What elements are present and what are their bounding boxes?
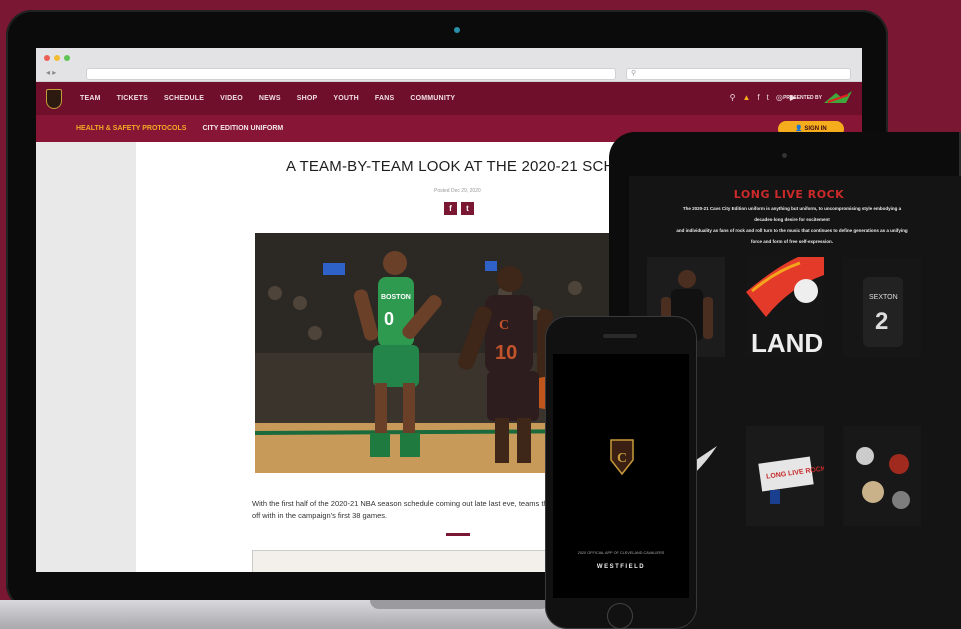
westfield-sponsor-logo: WESTFIELD [596,564,646,570]
cavaliers-shield-icon: C [610,439,634,476]
nav-item-video[interactable]: VIDEO [220,95,243,102]
tablet-intro: The 2020-21 Cavs City Edition uniform is… [647,203,937,247]
site-header-nav: TEAM TICKETS SCHEDULE VIDEO NEWS SHOP YO… [36,82,862,115]
laptop-notch [370,600,550,609]
facebook-share-button[interactable]: f [444,202,457,215]
instagram-icon[interactable]: ◎ [776,93,783,102]
tablet-intro-line: force and form of free self-expression. [750,239,834,244]
uniform-tile-neck-tag[interactable]: LONG LIVE ROCK [746,426,824,526]
nav-item-community[interactable]: COMMUNITY [410,95,455,102]
posted-date: Posted Dec 29, 2020 [434,188,481,194]
tablet-intro-line: and individuality as fans of rock and ro… [676,228,908,233]
phone-frame: C 2020 OFFICIAL APP OF CLEVELAND CAVALIE… [545,316,697,629]
back-forward-buttons[interactable]: ◂ ▸ [46,68,56,77]
mountain-dew-logo-icon[interactable] [822,89,854,107]
svg-text:SEXTON: SEXTON [869,294,898,301]
alert-icon[interactable]: ▲ [742,93,750,102]
tablet-headline: LONG LIVE ROCK [733,188,845,201]
home-button[interactable] [607,603,633,629]
close-window-icon[interactable] [44,55,50,61]
browser-search-input[interactable]: ⚲ [626,68,851,80]
left-player-team: BOSTON [381,294,411,301]
browser-chrome: ◂ ▸ ⚲ [36,48,862,82]
nav-item-shop[interactable]: SHOP [297,95,318,102]
subnav-health-safety[interactable]: HEALTH & SAFETY PROTOCOLS [76,125,186,132]
twitter-icon[interactable]: t [767,93,769,102]
right-player-number: 10 [495,342,517,364]
left-player-number: 0 [384,309,394,329]
tablet-camera [782,153,787,158]
section-divider [446,533,470,536]
article-title: A TEAM-BY-TEAM LOOK AT THE 2020-21 SCHED… [286,158,647,175]
phone-screen: C 2020 OFFICIAL APP OF CLEVELAND CAVALIE… [553,354,689,598]
search-icon[interactable]: ⚲ [730,93,736,102]
twitter-share-button[interactable]: t [461,202,474,215]
svg-text:2: 2 [875,308,888,335]
uniform-tile-patches[interactable] [843,426,921,526]
laptop-camera [454,27,460,33]
svg-text:LAND: LAND [751,328,823,357]
facebook-icon[interactable]: f [757,93,759,102]
nav-item-team[interactable]: TEAM [80,95,101,102]
subnav-city-edition[interactable]: CITY EDITION UNIFORM [202,125,283,132]
uniform-tile-back[interactable]: SEXTON 2 [843,257,921,357]
presented-by-label: PRESENTED BY [783,95,822,101]
nav-item-fans[interactable]: FANS [375,95,394,102]
cavs-logo-icon[interactable] [46,88,62,109]
tablet-intro-line: The 2020-21 Cavs City Edition uniform is… [682,206,902,211]
phone-speaker [603,334,637,338]
tablet-intro-line: decades-long desire for excitement [754,217,830,222]
nav-item-youth[interactable]: YOUTH [333,95,359,102]
nav-item-news[interactable]: NEWS [259,95,281,102]
nav-item-tickets[interactable]: TICKETS [117,95,148,102]
nav-item-schedule[interactable]: SCHEDULE [164,95,204,102]
svg-text:C: C [617,451,627,466]
svg-text:C: C [499,318,509,333]
left-gutter [36,142,136,572]
maximize-window-icon[interactable] [64,55,70,61]
address-bar[interactable] [86,68,616,80]
minimize-window-icon[interactable] [54,55,60,61]
app-caption: 2020 OFFICIAL APP OF CLEVELAND CAVALIERS [577,551,665,555]
uniform-tile-jersey-detail[interactable]: LAND [746,257,824,357]
